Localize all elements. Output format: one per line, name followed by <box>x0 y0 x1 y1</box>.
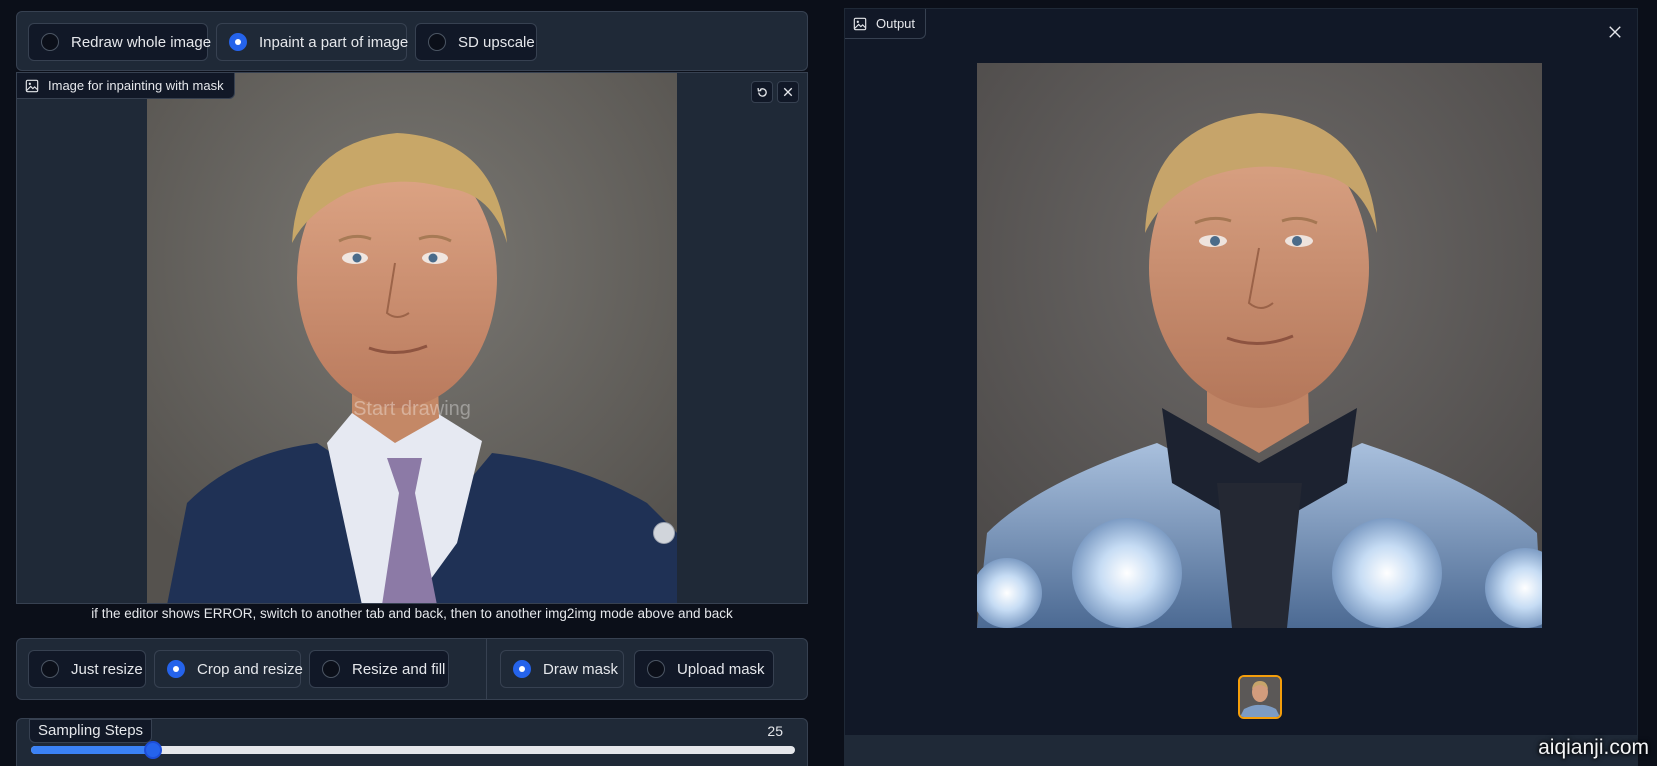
slider-fill <box>31 746 153 754</box>
resize-label: Resize and fill <box>352 660 446 678</box>
output-gallery: Output <box>844 8 1638 766</box>
undo-icon[interactable] <box>751 81 773 103</box>
mode-sd-upscale[interactable]: SD upscale <box>415 23 537 61</box>
radio-icon <box>647 660 665 678</box>
source-portrait-image[interactable] <box>147 73 677 603</box>
divider <box>486 639 487 699</box>
brush-handle[interactable] <box>653 522 675 544</box>
mask-upload-mask[interactable]: Upload mask <box>634 650 774 688</box>
mode-inpaint-part-of-image[interactable]: Inpaint a part of image <box>216 23 409 61</box>
mode-label: SD upscale <box>458 33 535 51</box>
mask-label: Draw mask <box>543 660 619 678</box>
watermark: aiqianji.com <box>1538 736 1649 759</box>
editor-label: Image for inpainting with mask <box>17 73 235 99</box>
output-column: Output aiqianji.com <box>818 0 1657 766</box>
resize-label: Crop and resize <box>197 660 303 678</box>
resize-crop-and-resize[interactable]: Crop and resize <box>154 650 303 688</box>
mask-draw-mask[interactable]: Draw mask <box>500 650 624 688</box>
radio-selected-icon <box>229 33 247 51</box>
resize-just-resize[interactable]: Just resize <box>28 650 146 688</box>
editor-toolbar <box>751 81 799 103</box>
editor-error-hint: if the editor shows ERROR, switch to ano… <box>91 606 733 621</box>
sampling-steps-label: Sampling Steps <box>29 719 153 743</box>
slider-thumb[interactable] <box>144 741 162 759</box>
mode-redraw-whole-image[interactable]: Redraw whole image <box>28 23 212 61</box>
radio-selected-icon <box>513 660 531 678</box>
robocop-portrait-illustration <box>977 63 1542 628</box>
mode-label: Inpaint a part of image <box>259 33 409 51</box>
mask-label: Upload mask <box>677 660 765 678</box>
resize-label: Just resize <box>71 660 143 678</box>
editor-label-text: Image for inpainting with mask <box>48 78 224 93</box>
radio-icon <box>322 660 340 678</box>
output-label: Output <box>845 9 927 39</box>
sampling-steps-control: Sampling Steps 25 <box>16 718 808 766</box>
resize-mode-selector: Just resize Crop and resize Resize and f… <box>16 638 808 700</box>
radio-icon <box>41 33 59 51</box>
clear-icon[interactable] <box>777 81 799 103</box>
portrait-illustration <box>147 73 677 603</box>
image-icon <box>853 17 867 30</box>
inpaint-image-editor[interactable]: Image for inpainting with mask Start dra… <box>16 72 808 604</box>
output-thumbnail[interactable] <box>1238 675 1282 719</box>
start-drawing-overlay: Start drawing <box>353 398 471 420</box>
mode-label: Redraw whole image <box>71 33 212 51</box>
img2img-mode-selector: Redraw whole image Inpaint a part of ima… <box>16 11 808 71</box>
img2img-left-panel: Redraw whole image Inpaint a part of ima… <box>0 0 818 766</box>
radio-icon <box>41 660 59 678</box>
radio-icon <box>428 33 446 51</box>
image-icon <box>25 79 39 92</box>
sampling-steps-slider[interactable] <box>31 741 795 759</box>
close-icon[interactable] <box>1603 21 1627 45</box>
thumbnail-image <box>1240 677 1280 717</box>
resize-resize-and-fill[interactable]: Resize and fill <box>309 650 449 688</box>
output-image[interactable] <box>977 63 1542 628</box>
sampling-steps-value[interactable]: 25 <box>767 723 783 739</box>
output-footer <box>845 735 1637 766</box>
output-label-text: Output <box>876 16 916 31</box>
radio-selected-icon <box>167 660 185 678</box>
